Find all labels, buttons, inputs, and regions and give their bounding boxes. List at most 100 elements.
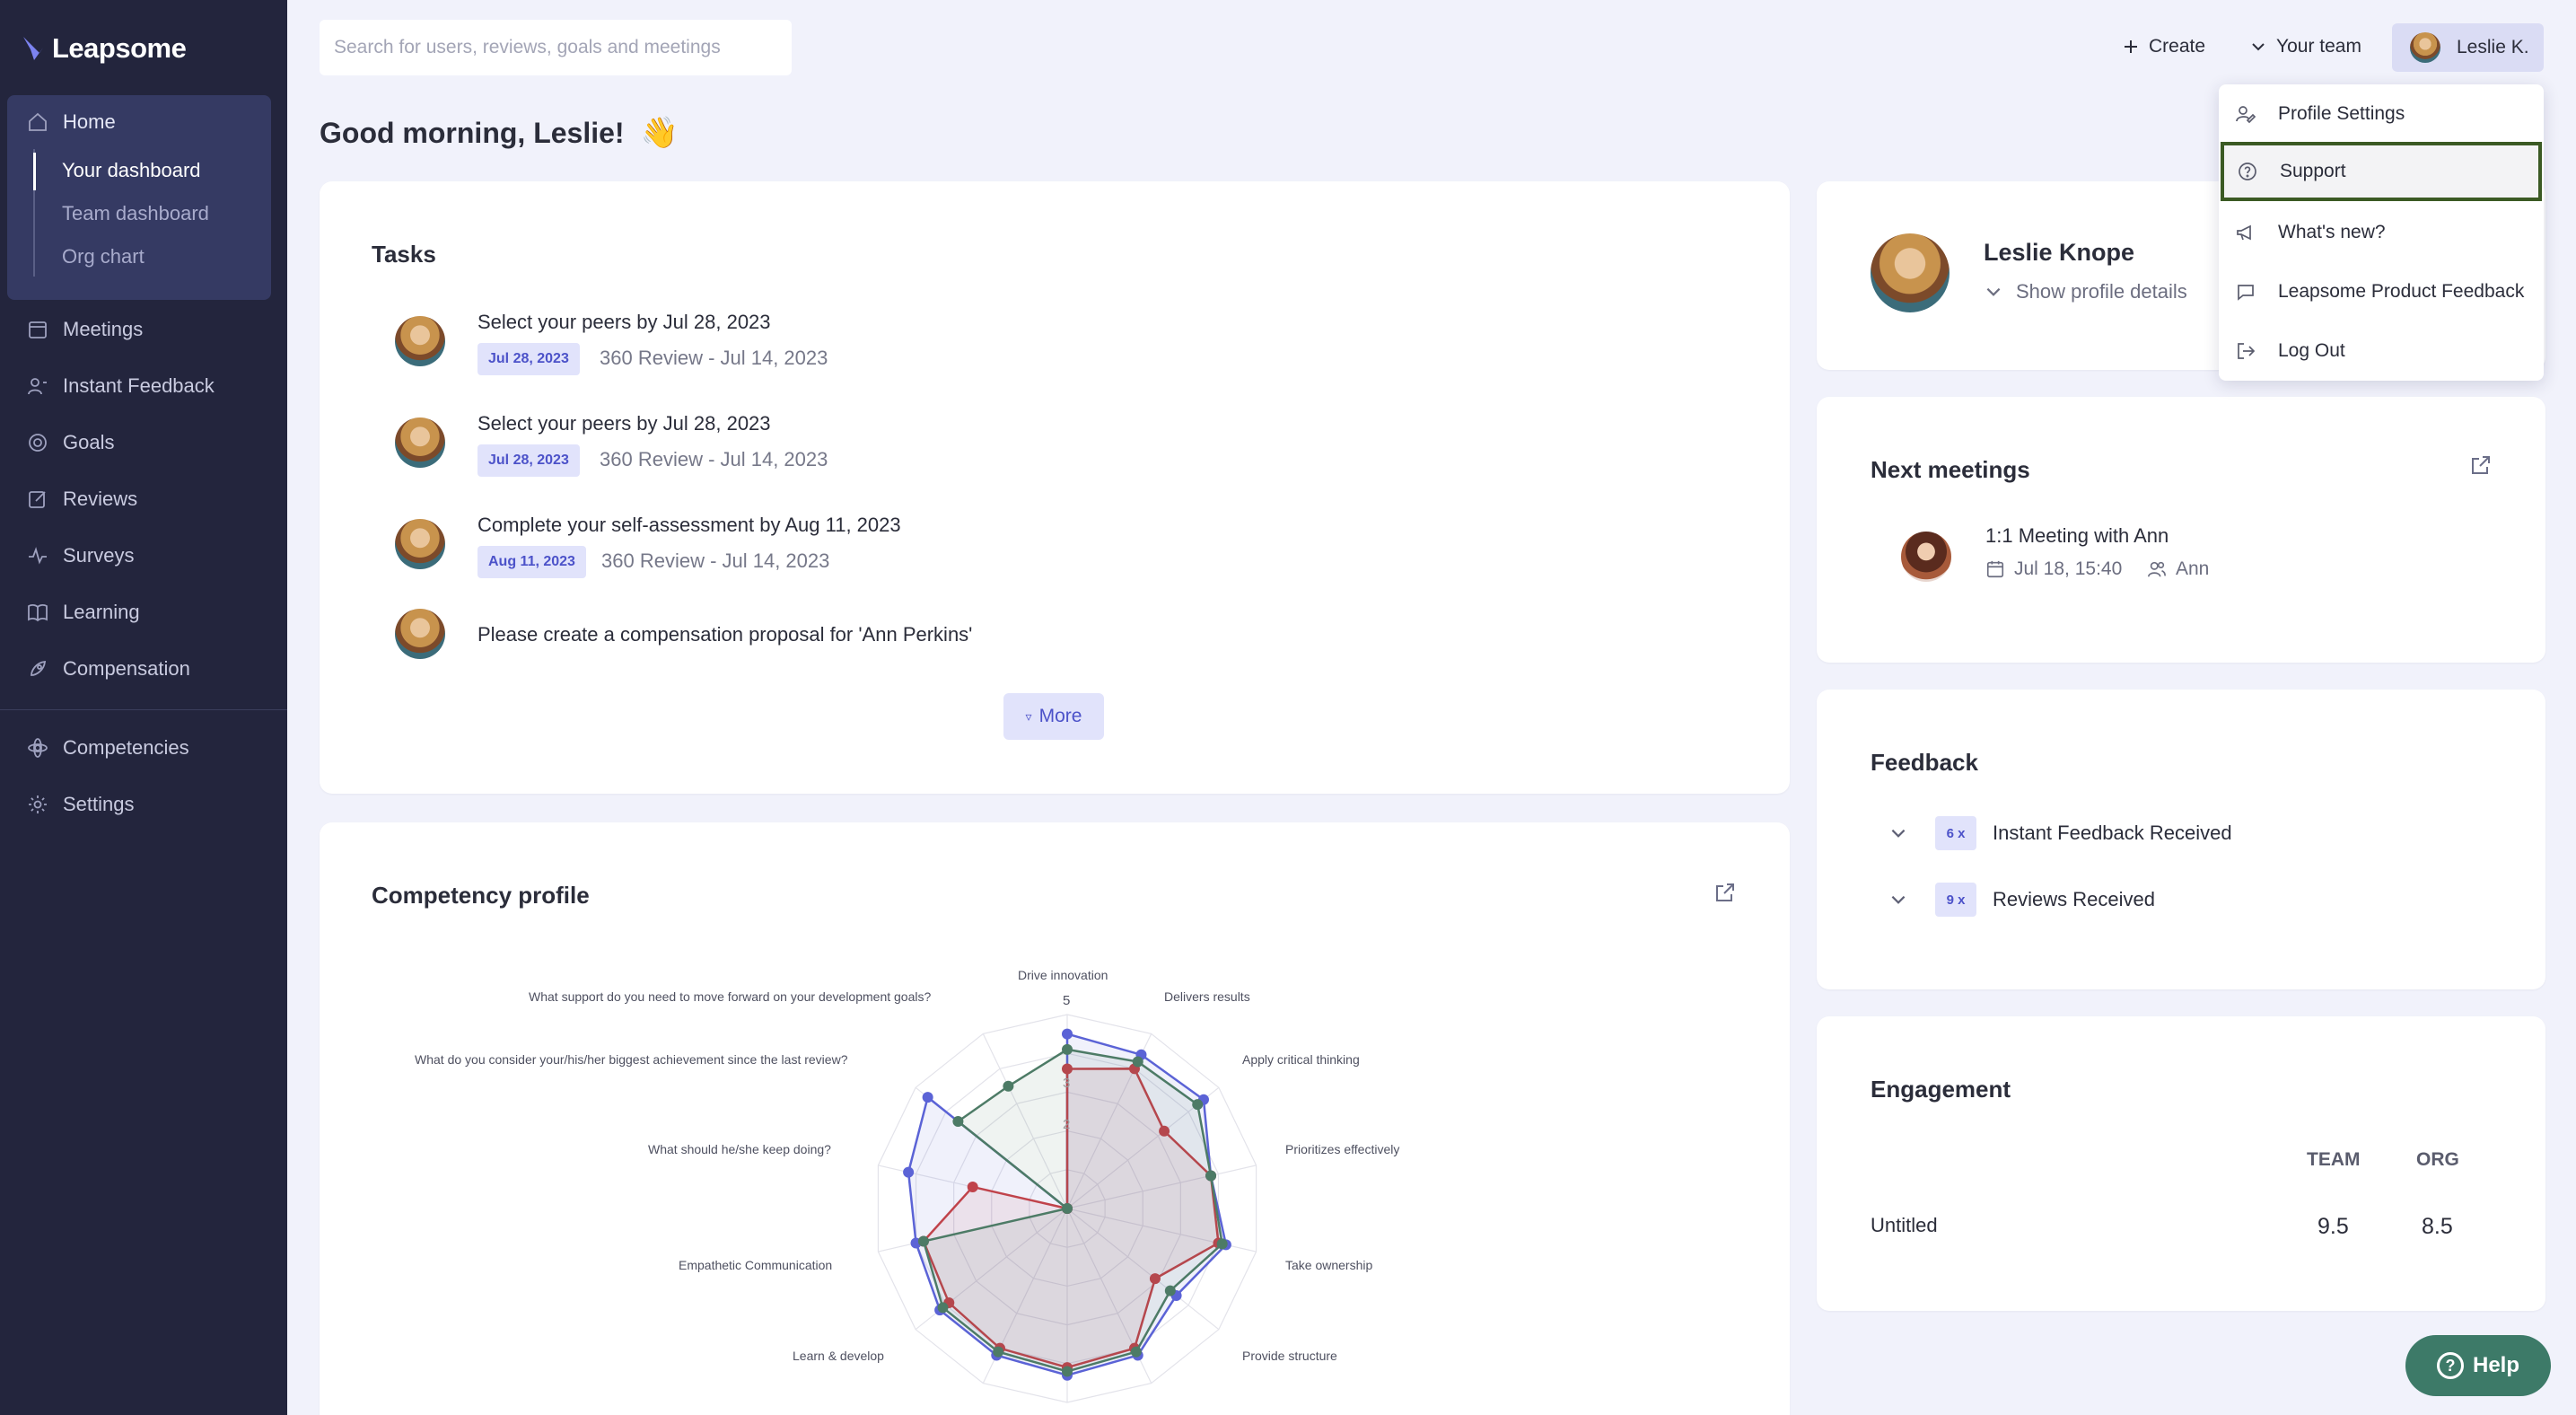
sidebar-item-surveys[interactable]: Surveys (0, 536, 269, 576)
brand-name: Leapsome (52, 32, 187, 64)
next-meetings-title: Next meetings (1871, 456, 2030, 483)
log-out-icon (2238, 343, 2256, 359)
task-subtitle: 360 Review - Jul 14, 2023 (601, 549, 830, 572)
next-meetings-card (1817, 397, 2545, 663)
sidebar-item-label: Surveys (63, 544, 135, 567)
user-menu-button[interactable]: Leslie K. (2392, 23, 2544, 72)
radar-data-point[interactable] (1132, 1056, 1143, 1068)
radar-scale-label: 3 (1063, 1076, 1071, 1091)
sidebar-item-label: Reviews (63, 488, 138, 510)
avatar (395, 609, 445, 659)
leapsome-logo-icon (23, 37, 43, 60)
edit-icon (29, 491, 46, 508)
help-button[interactable]: ? Help (2405, 1335, 2551, 1396)
meeting-date: Jul 18, 15:40 (1985, 558, 2122, 580)
radar-axis-label: Drive innovation (1018, 968, 1108, 982)
external-link-icon[interactable] (1714, 882, 1736, 903)
task-title[interactable]: Complete your self-assessment by Aug 11,… (478, 514, 901, 537)
avatar (395, 316, 445, 366)
competency-radar-chart (877, 1014, 1257, 1403)
external-link-icon[interactable] (2470, 454, 2492, 476)
sidebar-item-settings[interactable]: Settings (0, 785, 269, 824)
radar-axis-label: What should he/she keep doing? (648, 1142, 831, 1156)
calendar-icon (29, 321, 47, 338)
megaphone-icon (2237, 224, 2251, 241)
sidebar-item-reviews[interactable]: Reviews (0, 479, 269, 519)
user-dropdown-menu: Profile Settings Support What's new? Lea… (2219, 84, 2544, 381)
sidebar-divider (0, 709, 287, 710)
sidebar-item-home[interactable]: Home (0, 102, 269, 142)
menu-item-label: Support (2280, 161, 2346, 181)
sidebar-subitem-team-dashboard[interactable]: Team dashboard (62, 202, 209, 225)
menu-item-support[interactable]: Support (2221, 142, 2542, 201)
radar-data-point[interactable] (967, 1181, 978, 1192)
book-icon (28, 604, 48, 622)
radar-data-point[interactable] (937, 1302, 949, 1314)
sidebar-item-compensation[interactable]: Compensation (0, 649, 269, 689)
radar-data-point[interactable] (1062, 1028, 1073, 1040)
task-title[interactable]: Select your peers by Jul 28, 2023 (478, 311, 771, 334)
sidebar-item-instant-feedback[interactable]: Instant Feedback (0, 366, 269, 406)
radar-data-point[interactable] (993, 1346, 1004, 1358)
due-date-badge: Aug 11, 2023 (478, 546, 586, 578)
radar-data-point[interactable] (917, 1235, 929, 1247)
sidebar-subitem-org-chart[interactable]: Org chart (62, 245, 145, 268)
chevron-down-icon (1891, 895, 1906, 904)
radar-data-point[interactable] (1216, 1238, 1228, 1250)
feedback-row-instant[interactable]: 6 x Instant Feedback Received (1888, 815, 2232, 851)
home-icon (29, 112, 47, 131)
sidebar-item-goals[interactable]: Goals (0, 423, 269, 462)
competency-title: Competency profile (372, 882, 590, 909)
radar-scale-label: 2 (1063, 1117, 1071, 1132)
meeting-participant-name: Ann (2176, 558, 2210, 579)
engagement-org-value: 8.5 (2422, 1214, 2453, 1239)
menu-item-whats-new[interactable]: What's new? (2219, 203, 2544, 262)
page-title: Good morning, Leslie! 👋 (320, 115, 679, 151)
task-subtitle: 360 Review - Jul 14, 2023 (600, 448, 828, 470)
gear-icon (29, 795, 47, 813)
menu-item-log-out[interactable]: Log Out (2219, 321, 2544, 381)
chevron-down-icon (1891, 829, 1906, 838)
sidebar-item-competencies[interactable]: Competencies (0, 728, 269, 768)
menu-item-product-feedback[interactable]: Leapsome Product Feedback (2219, 262, 2544, 321)
create-label: Create (2149, 36, 2206, 57)
search-input[interactable] (334, 37, 792, 58)
sidebar-subitem-your-dashboard[interactable]: Your dashboard (62, 159, 201, 182)
users-icon (2148, 561, 2166, 577)
subnav-active-indicator (33, 153, 36, 190)
more-button[interactable]: ▿ More (1003, 693, 1104, 740)
engagement-team-value: 9.5 (2318, 1214, 2349, 1239)
radar-data-point[interactable] (1130, 1346, 1142, 1358)
meeting-participant-avatar (1901, 532, 1951, 582)
radar-data-point[interactable] (1062, 1043, 1073, 1055)
radar-data-point[interactable] (922, 1092, 933, 1103)
due-date-badge: Jul 28, 2023 (478, 444, 580, 477)
radar-data-point[interactable] (1003, 1080, 1014, 1092)
radar-data-point[interactable] (1205, 1170, 1217, 1182)
plus-icon (2125, 40, 2137, 53)
radar-data-point[interactable] (1164, 1285, 1176, 1296)
your-team-button[interactable]: Your team (2249, 27, 2361, 66)
radar-scale-label: 5 (1063, 993, 1071, 1008)
task-title[interactable]: Select your peers by Jul 28, 2023 (478, 412, 771, 435)
radar-data-point[interactable] (1062, 1203, 1073, 1214)
show-profile-details-link[interactable]: Show profile details (1984, 280, 2187, 303)
meeting-date-text: Jul 18, 15:40 (2014, 558, 2123, 579)
sidebar-item-learning[interactable]: Learning (0, 593, 269, 632)
radar-data-point[interactable] (1192, 1099, 1204, 1111)
brand-logo[interactable]: Leapsome (20, 32, 187, 65)
radar-data-point[interactable] (1062, 1366, 1073, 1377)
radar-axis-label: Learn & develop (793, 1349, 884, 1363)
sidebar-item-label: Competencies (63, 736, 189, 759)
profile-avatar (1871, 233, 1950, 312)
meeting-title[interactable]: 1:1 Meeting with Ann (1985, 524, 2169, 548)
radar-data-point[interactable] (903, 1166, 915, 1178)
task-title[interactable]: Please create a compensation proposal fo… (478, 623, 972, 646)
atom-icon (28, 738, 48, 758)
feedback-row-reviews[interactable]: 9 x Reviews Received (1888, 882, 2155, 918)
profile-name: Leslie Knope (1984, 239, 2135, 266)
menu-item-profile-settings[interactable]: Profile Settings (2219, 84, 2544, 144)
sidebar-item-meetings[interactable]: Meetings (0, 310, 269, 349)
create-button[interactable]: Create (2122, 27, 2205, 66)
radar-data-point[interactable] (952, 1116, 964, 1128)
